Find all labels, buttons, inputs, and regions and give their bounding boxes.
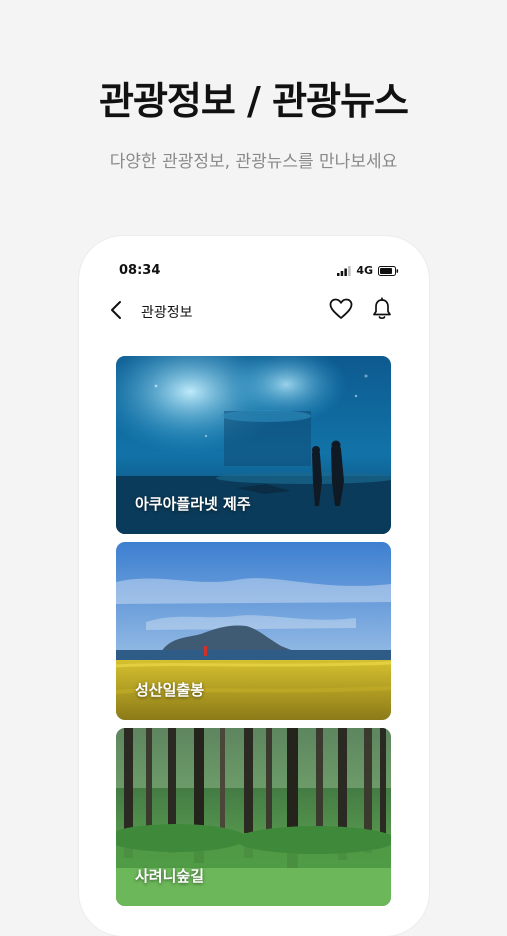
tour-card-saryeoni[interactable]: 사려니숲길 <box>116 728 391 906</box>
network-type: 4G <box>356 264 373 277</box>
battery-icon <box>378 265 399 276</box>
card-label: 사려니숲길 <box>135 867 205 885</box>
status-bar-right: 4G <box>337 264 399 277</box>
tour-card-seongsan[interactable]: 성산일출봉 <box>116 542 391 720</box>
tour-card-aqua-planet[interactable]: 아쿠아플라넷 제주 <box>116 356 391 534</box>
phone-mockup: 08:34 4G 관광정보 아쿠아플라넷 제주 성산일출봉 사려니숲길 <box>79 236 429 936</box>
bell-icon <box>373 297 391 320</box>
notification-button[interactable] <box>371 297 393 325</box>
chevron-left-icon <box>111 301 121 319</box>
page-subheadline: 다양한 관광정보, 관광뉴스를 만나보세요 <box>109 152 398 172</box>
card-label: 아쿠아플라넷 제주 <box>135 495 251 513</box>
top-nav: 관광정보 <box>79 294 429 326</box>
favorite-button[interactable] <box>329 298 353 324</box>
back-button[interactable] <box>107 298 127 322</box>
nav-title: 관광정보 <box>141 305 193 321</box>
status-time: 08:34 <box>119 263 161 278</box>
signal-icon <box>337 265 351 276</box>
heart-icon <box>329 298 353 319</box>
card-label: 성산일출봉 <box>135 681 205 699</box>
page-headline: 관광정보 / 관광뉴스 <box>98 79 409 123</box>
